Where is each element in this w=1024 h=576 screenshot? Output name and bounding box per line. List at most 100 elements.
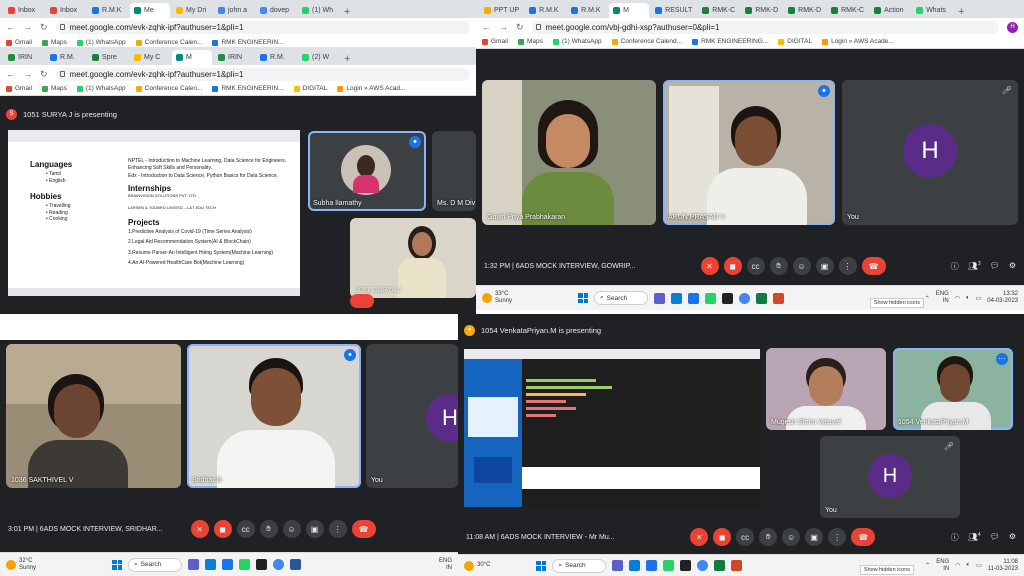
reload-icon[interactable]: ↻ — [40, 69, 48, 80]
new-tab-button[interactable]: + — [954, 6, 968, 18]
participant-tile[interactable]: H 🎤︎ You — [842, 80, 1018, 225]
bookmark[interactable]: Maps — [517, 38, 543, 45]
bookmark[interactable]: Maps — [41, 39, 67, 46]
taskbar-search[interactable]: ⌕ Search — [594, 291, 649, 305]
mail-icon[interactable] — [222, 559, 234, 570]
edge-icon[interactable] — [205, 559, 217, 570]
powerpoint-icon[interactable] — [731, 560, 743, 571]
leave-call-button[interactable]: ☎︎ — [851, 528, 876, 546]
participant-tile[interactable]: Gowri Priya Prabhakaran — [482, 80, 656, 225]
leave-call-button[interactable]: ☎︎ — [861, 257, 886, 275]
powerpoint-icon[interactable] — [773, 292, 785, 304]
bookmark[interactable]: Login » AWS Acad... — [337, 85, 405, 92]
raise-hand-button[interactable]: ✋︎ — [259, 520, 278, 538]
edge-icon[interactable] — [671, 292, 683, 304]
leave-call-button[interactable]: ☎︎ — [351, 520, 376, 538]
app-icon[interactable] — [256, 559, 268, 570]
start-icon[interactable] — [112, 559, 123, 570]
tab-meet[interactable]: M — [172, 50, 212, 65]
participant-tile[interactable]: 1036 SAKTHIVEL V — [6, 344, 181, 488]
chevron-up-icon[interactable]: ⌃ — [925, 562, 930, 569]
bookmark[interactable]: Gmail — [6, 39, 32, 46]
mic-off-button[interactable]: ✕ — [190, 520, 209, 538]
raise-hand-button[interactable]: ✋︎ — [759, 528, 778, 546]
participant-tile[interactable]: ⋯ 1054 VenkataPriyan.M — [893, 348, 1013, 430]
taskbar-search[interactable]: ⌕ Search — [128, 557, 183, 572]
bookmark[interactable]: RMK ENGINEERIN... — [212, 85, 284, 92]
language-indicator[interactable]: ENG IN — [936, 291, 949, 305]
bookmark[interactable]: (1) WhatsApp — [76, 39, 126, 46]
info-icon[interactable]: ⓘ — [951, 261, 959, 272]
mic-off-button[interactable]: ✕ — [700, 257, 719, 275]
chrome-icon[interactable] — [273, 559, 285, 570]
camera-off-button[interactable]: ◼ — [213, 520, 232, 538]
battery-icon[interactable]: ▭ — [976, 562, 982, 569]
start-icon[interactable] — [578, 293, 589, 303]
tab[interactable]: RESULT — [651, 3, 696, 18]
back-icon[interactable]: ← — [6, 69, 15, 79]
new-tab-button[interactable]: + — [340, 53, 354, 65]
raise-hand-button[interactable]: ✋︎ — [769, 257, 788, 275]
bookmark[interactable]: RMK ENGINEERIN... — [212, 39, 284, 46]
chrome-icon[interactable] — [697, 560, 709, 571]
chevron-up-icon[interactable]: ⌃ — [925, 295, 930, 302]
app-icon[interactable] — [722, 292, 734, 304]
start-icon[interactable] — [536, 560, 547, 571]
volume-icon[interactable]: 🔈︎ — [966, 562, 970, 569]
app-icon[interactable] — [680, 560, 692, 571]
emoji-button[interactable]: ☺ — [282, 520, 301, 538]
bookmark[interactable]: RMK ENGINEERING... — [692, 38, 768, 45]
tab[interactable]: john a — [214, 3, 254, 18]
tab[interactable]: IRIN — [4, 50, 44, 65]
camera-off-button[interactable]: ◼ — [713, 528, 732, 546]
mail-icon[interactable] — [646, 560, 658, 571]
tab[interactable]: RMK-D — [741, 3, 782, 18]
tab[interactable]: Inbox — [46, 3, 86, 18]
language-indicator[interactable]: ENG IN — [439, 558, 452, 572]
excel-icon[interactable] — [714, 560, 726, 571]
people-icon[interactable]: 👥︎4 — [968, 532, 981, 543]
volume-icon[interactable]: 🔈︎ — [966, 295, 970, 302]
tab[interactable]: RMK-D — [784, 3, 825, 18]
edge-icon[interactable] — [629, 560, 641, 571]
tab[interactable]: IRIN — [214, 50, 254, 65]
bookmark[interactable]: Login » AWS Acade... — [822, 38, 894, 45]
tab[interactable]: RMK-C — [698, 3, 739, 18]
teams-icon[interactable] — [654, 292, 666, 304]
battery-icon[interactable]: ▭ — [976, 295, 982, 302]
tab[interactable]: dovep — [256, 3, 296, 18]
wifi-icon[interactable]: ◠ — [955, 295, 960, 302]
reload-icon[interactable]: ↻ — [40, 22, 48, 33]
present-button[interactable]: ▣ — [305, 520, 324, 538]
more-options-button[interactable]: ⋮ — [828, 528, 847, 546]
info-icon[interactable]: ⓘ — [951, 532, 959, 543]
bookmark[interactable]: Conference Calen... — [135, 85, 202, 92]
weather-widget[interactable]: 32°C Sunny — [6, 558, 36, 572]
people-icon[interactable]: 👥︎3 — [968, 261, 981, 272]
url-field[interactable]: meet.google.com/evk-zqhk-ipf?authuser=1&… — [55, 67, 470, 81]
activities-icon[interactable]: ⚙︎ — [1009, 261, 1016, 272]
captions-button[interactable]: cc — [746, 257, 765, 275]
forward-icon[interactable]: → — [23, 69, 32, 79]
participant-tile[interactable]: 1051 SURYA J — [350, 218, 476, 298]
bookmark[interactable]: Conference Calen... — [135, 39, 202, 46]
participant-tile[interactable]: ⦁ ARUN PRASAD V — [663, 80, 835, 225]
back-icon[interactable]: ← — [6, 22, 15, 32]
participant-tile[interactable]: Ms. D M Div — [432, 131, 476, 211]
tab[interactable]: RMK-C — [827, 3, 868, 18]
activities-icon[interactable]: ⚙︎ — [1009, 532, 1016, 543]
teams-icon[interactable] — [612, 560, 624, 571]
bookmark[interactable]: Gmail — [6, 85, 32, 92]
tab[interactable]: Action — [870, 3, 910, 18]
bookmark[interactable]: (1) WhatsApp — [76, 85, 126, 92]
present-button[interactable]: ▣ — [815, 257, 834, 275]
tab[interactable]: R.M.K — [567, 3, 607, 18]
captions-button[interactable]: cc — [736, 528, 755, 546]
more-icon[interactable]: ⋯ — [996, 353, 1008, 365]
tab[interactable]: R.M.K — [525, 3, 565, 18]
chat-icon[interactable]: 💬︎ — [990, 532, 1000, 543]
weather-widget[interactable]: 33°C Sunny — [482, 291, 512, 305]
participant-tile[interactable]: ⦁ Subha Ilamathy — [308, 131, 426, 211]
url-field[interactable]: meet.google.com/evk-zqhk-ipf?authuser=1&… — [55, 20, 470, 34]
bookmark[interactable]: DIGITAL — [293, 85, 327, 92]
